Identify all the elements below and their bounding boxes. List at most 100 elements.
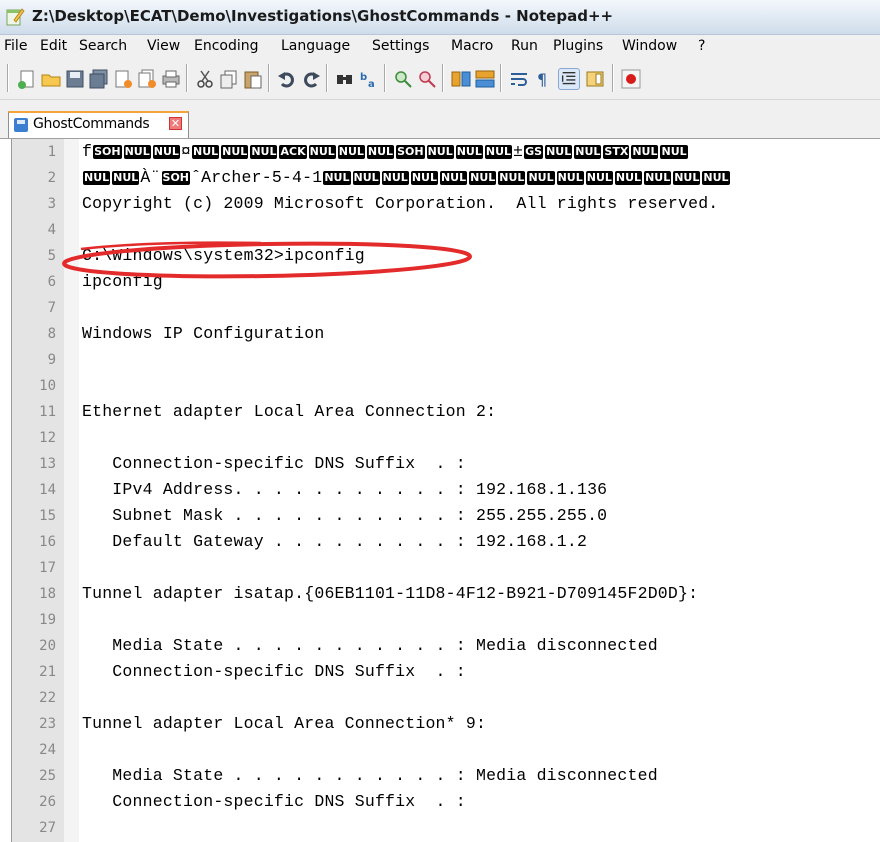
menu-macro[interactable]: Macro	[451, 38, 493, 54]
save-all-icon[interactable]	[88, 68, 110, 90]
menu-settings[interactable]: Settings	[372, 38, 429, 54]
window-title: Z:\Desktop\ECAT\Demo\Investigations\Ghos…	[32, 7, 614, 25]
line-text: Tunnel adapter Local Area Connection* 9:	[82, 714, 487, 733]
new-file-icon[interactable]	[16, 68, 38, 90]
zoom-in-icon[interactable]	[392, 68, 414, 90]
control-char-badge: NUL	[152, 145, 180, 159]
toolbar-separator	[612, 64, 614, 92]
control-char-badge: NUL	[352, 171, 380, 185]
redo-icon[interactable]	[300, 68, 322, 90]
close-all-icon[interactable]	[136, 68, 158, 90]
menu-help[interactable]: ?	[698, 38, 705, 54]
save-icon[interactable]	[64, 68, 86, 90]
svg-text:¶: ¶	[537, 70, 547, 89]
find-icon[interactable]	[334, 68, 356, 90]
control-char-badge: NUL	[702, 171, 730, 185]
line-number: 1	[47, 144, 56, 160]
tab-label: GhostCommands	[33, 116, 150, 132]
title-bar: Z:\Desktop\ECAT\Demo\Investigations\Ghos…	[0, 0, 880, 35]
line-number: 18	[39, 586, 56, 602]
text-segment: ¤	[180, 142, 192, 161]
control-char-badge: NUL	[527, 171, 555, 185]
text-segment: ˆArcher-5-4-1	[191, 168, 323, 187]
tab-ghostcommands[interactable]: GhostCommands ✕	[8, 111, 189, 138]
zoom-out-icon[interactable]	[416, 68, 438, 90]
close-tab-icon[interactable]: ✕	[169, 117, 182, 130]
line-text: NUL NUL À¨ SOH ˆArcher-5-4-1 NUL NUL NUL NUL NUL N…	[82, 165, 731, 191]
control-char-badge: NUL	[644, 171, 672, 185]
control-char-badge: NUL	[410, 171, 438, 185]
line-text: Connection-specific DNS Suffix . :	[82, 662, 466, 681]
toolbar-separator	[384, 64, 386, 92]
line-number: 19	[39, 612, 56, 628]
menu-plugins[interactable]: Plugins	[553, 38, 603, 54]
sync-horizontal-icon[interactable]	[474, 68, 496, 90]
line-text: ipconfig	[82, 272, 163, 291]
control-char-badge: NUL	[337, 145, 365, 159]
control-char-badge: NUL	[614, 171, 643, 185]
line-number: 27	[39, 820, 56, 836]
open-file-icon[interactable]	[40, 68, 62, 90]
control-char-badge: NUL	[484, 145, 513, 159]
svg-text:a: a	[368, 79, 375, 90]
menu-view[interactable]: View	[147, 38, 180, 54]
line-text: Ethernet adapter Local Area Connection 2…	[82, 402, 497, 421]
line-text: Connection-specific DNS Suffix . :	[82, 792, 466, 811]
cut-icon[interactable]	[194, 68, 216, 90]
line-number: 13	[39, 456, 56, 472]
line-number: 23	[39, 716, 56, 732]
menu-file[interactable]: File	[4, 38, 27, 54]
indent-guide-icon[interactable]	[558, 68, 580, 90]
line-number: 17	[39, 560, 56, 576]
close-icon[interactable]	[112, 68, 134, 90]
document-map-icon[interactable]	[584, 68, 606, 90]
svg-text:b: b	[360, 72, 367, 83]
print-icon[interactable]	[160, 68, 182, 90]
control-char-badge: NUL	[426, 145, 454, 159]
sync-vertical-icon[interactable]	[450, 68, 472, 90]
control-char-badge: SOH	[93, 145, 122, 159]
line-number: 7	[47, 300, 56, 316]
toolbar-separator	[186, 64, 188, 92]
control-char-badge: NUL	[123, 145, 151, 159]
editor-pane[interactable]: 1 f SOH NUL NUL ¤ NUL NUL NUL ACK NUL NUL NUL SOH NUL N…	[11, 139, 880, 842]
menu-window[interactable]: Window	[622, 38, 677, 54]
notepad-plus-plus-icon	[6, 8, 25, 26]
copy-icon[interactable]	[218, 68, 240, 90]
line-number: 20	[39, 638, 56, 654]
line-number: 9	[47, 352, 56, 368]
line-number: 25	[39, 768, 56, 784]
menu-search[interactable]: Search	[79, 38, 127, 54]
menu-language[interactable]: Language	[281, 38, 350, 54]
show-all-chars-icon[interactable]: ¶	[532, 68, 554, 90]
replace-icon[interactable]: ba	[358, 68, 380, 90]
fold-margin	[64, 139, 79, 842]
undo-icon[interactable]	[276, 68, 298, 90]
line-number: 6	[47, 274, 56, 290]
control-char-badge: NUL	[112, 171, 140, 185]
control-char-badge: NUL	[673, 171, 701, 185]
control-char-badge: NUL	[250, 145, 278, 159]
line-text: Subnet Mask . . . . . . . . . . . : 255.…	[82, 506, 608, 525]
record-macro-icon[interactable]	[620, 68, 642, 90]
line-text: Connection-specific DNS Suffix . :	[82, 454, 466, 473]
line-number: 15	[39, 508, 56, 524]
word-wrap-icon[interactable]	[508, 68, 530, 90]
paste-icon[interactable]	[242, 68, 264, 90]
toolbar-separator	[326, 64, 328, 92]
line-number: 8	[47, 326, 56, 342]
line-text: Default Gateway . . . . . . . . . : 192.…	[82, 532, 588, 551]
toolbar-separator	[442, 64, 444, 92]
control-char-badge: ACK	[279, 145, 307, 159]
menu-bar: File Edit Search View Encoding Language …	[0, 35, 880, 59]
line-number: 22	[39, 690, 56, 706]
control-char-badge: NUL	[221, 145, 249, 159]
line-text: Copyright (c) 2009 Microsoft Corporation…	[82, 194, 719, 213]
line-number: 24	[39, 742, 56, 758]
line-text: C:\Windows\system32>ipconfig	[82, 246, 365, 265]
toolbar-separator	[500, 64, 502, 92]
menu-edit[interactable]: Edit	[40, 38, 67, 54]
menu-encoding[interactable]: Encoding	[194, 38, 259, 54]
control-char-badge: NUL	[439, 171, 468, 185]
menu-run[interactable]: Run	[511, 38, 538, 54]
